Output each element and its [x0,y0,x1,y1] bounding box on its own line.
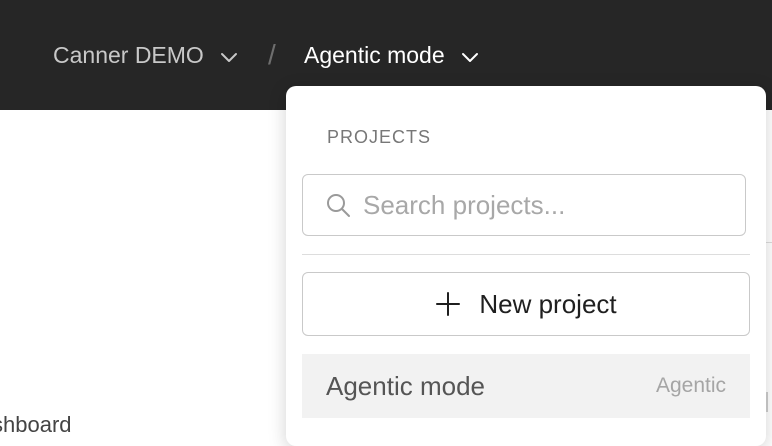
background-divider [766,242,772,243]
project-item-name: Agentic mode [326,370,485,401]
project-name: Agentic mode [304,41,445,68]
org-switcher[interactable]: Canner DEMO [53,0,238,110]
chevron-down-icon [461,46,479,64]
project-dropdown: PROJECTS New project Agentic mode Agenti… [286,86,766,446]
new-project-label: New project [479,288,617,319]
dropdown-divider [302,254,750,255]
plus-icon [435,291,461,317]
project-list-item[interactable]: Agentic mode Agentic [302,354,750,418]
background-marker [766,392,768,412]
search-icon [325,192,351,218]
org-name: Canner DEMO [53,41,204,68]
projects-section-label: PROJECTS [327,127,432,147]
new-project-button[interactable]: New project [302,272,750,336]
breadcrumb-separator: / [268,39,276,70]
background-nav-label[interactable]: shboard [0,412,72,438]
project-item-mode: Agentic [655,374,726,397]
project-search-input[interactable] [361,188,725,222]
project-search-box[interactable] [302,174,746,236]
chevron-down-icon [220,46,238,64]
